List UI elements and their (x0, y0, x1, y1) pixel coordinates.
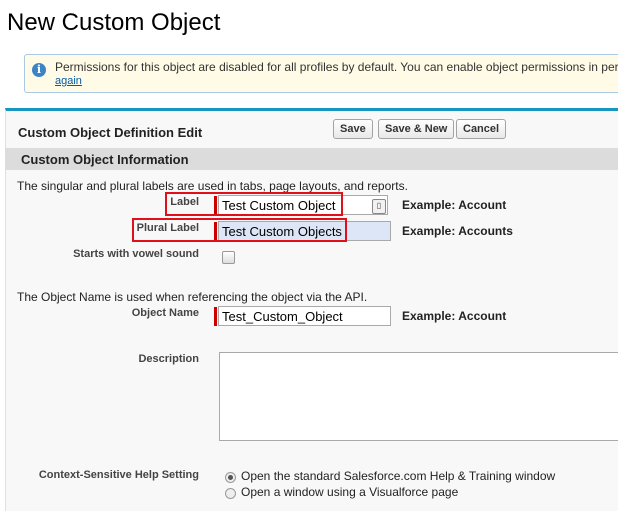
object-name-input[interactable] (218, 306, 391, 326)
help-option-standard-label: Open the standard Salesforce.com Help & … (241, 469, 556, 483)
help-option-visualforce-label: Open a window using a Visualforce page (241, 485, 459, 499)
plural-label-example: Example: Accounts (402, 224, 513, 238)
label-highlight (165, 192, 343, 216)
help-option-standard-radio[interactable] (225, 472, 236, 483)
label-example: Example: Account (402, 198, 507, 212)
help-option-visualforce-radio[interactable] (225, 488, 236, 499)
panel-title: Custom Object Definition Edit (18, 125, 203, 140)
section-header: Custom Object Information (5, 148, 618, 170)
vowel-sound-checkbox[interactable] (222, 251, 235, 264)
field-picker-icon[interactable]: ▯ (372, 199, 386, 214)
save-and-new-button[interactable]: Save & New (378, 119, 455, 139)
info-link[interactable]: again (55, 75, 82, 87)
help-setting-label: Context-Sensitive Help Setting (38, 469, 199, 481)
plural-label-highlight (132, 218, 347, 242)
vowel-sound-label: Starts with vowel sound (73, 248, 199, 260)
save-button[interactable]: Save (333, 119, 373, 139)
section-title: Custom Object Information (21, 152, 189, 167)
info-icon: i (32, 63, 46, 77)
description-textarea[interactable] (219, 352, 618, 441)
section-description: The singular and plural labels are used … (17, 179, 408, 193)
info-message: i Permissions for this object are disabl… (24, 54, 618, 93)
required-indicator (214, 307, 217, 326)
object-name-example: Example: Account (402, 309, 507, 323)
description-label: Description (138, 353, 199, 365)
object-name-description: The Object Name is used when referencing… (17, 290, 368, 304)
page-title: New Custom Object (7, 9, 221, 36)
cancel-button[interactable]: Cancel (456, 119, 507, 139)
object-name-label: Object Name (131, 307, 199, 319)
info-text: Permissions for this object are disabled… (55, 60, 618, 74)
